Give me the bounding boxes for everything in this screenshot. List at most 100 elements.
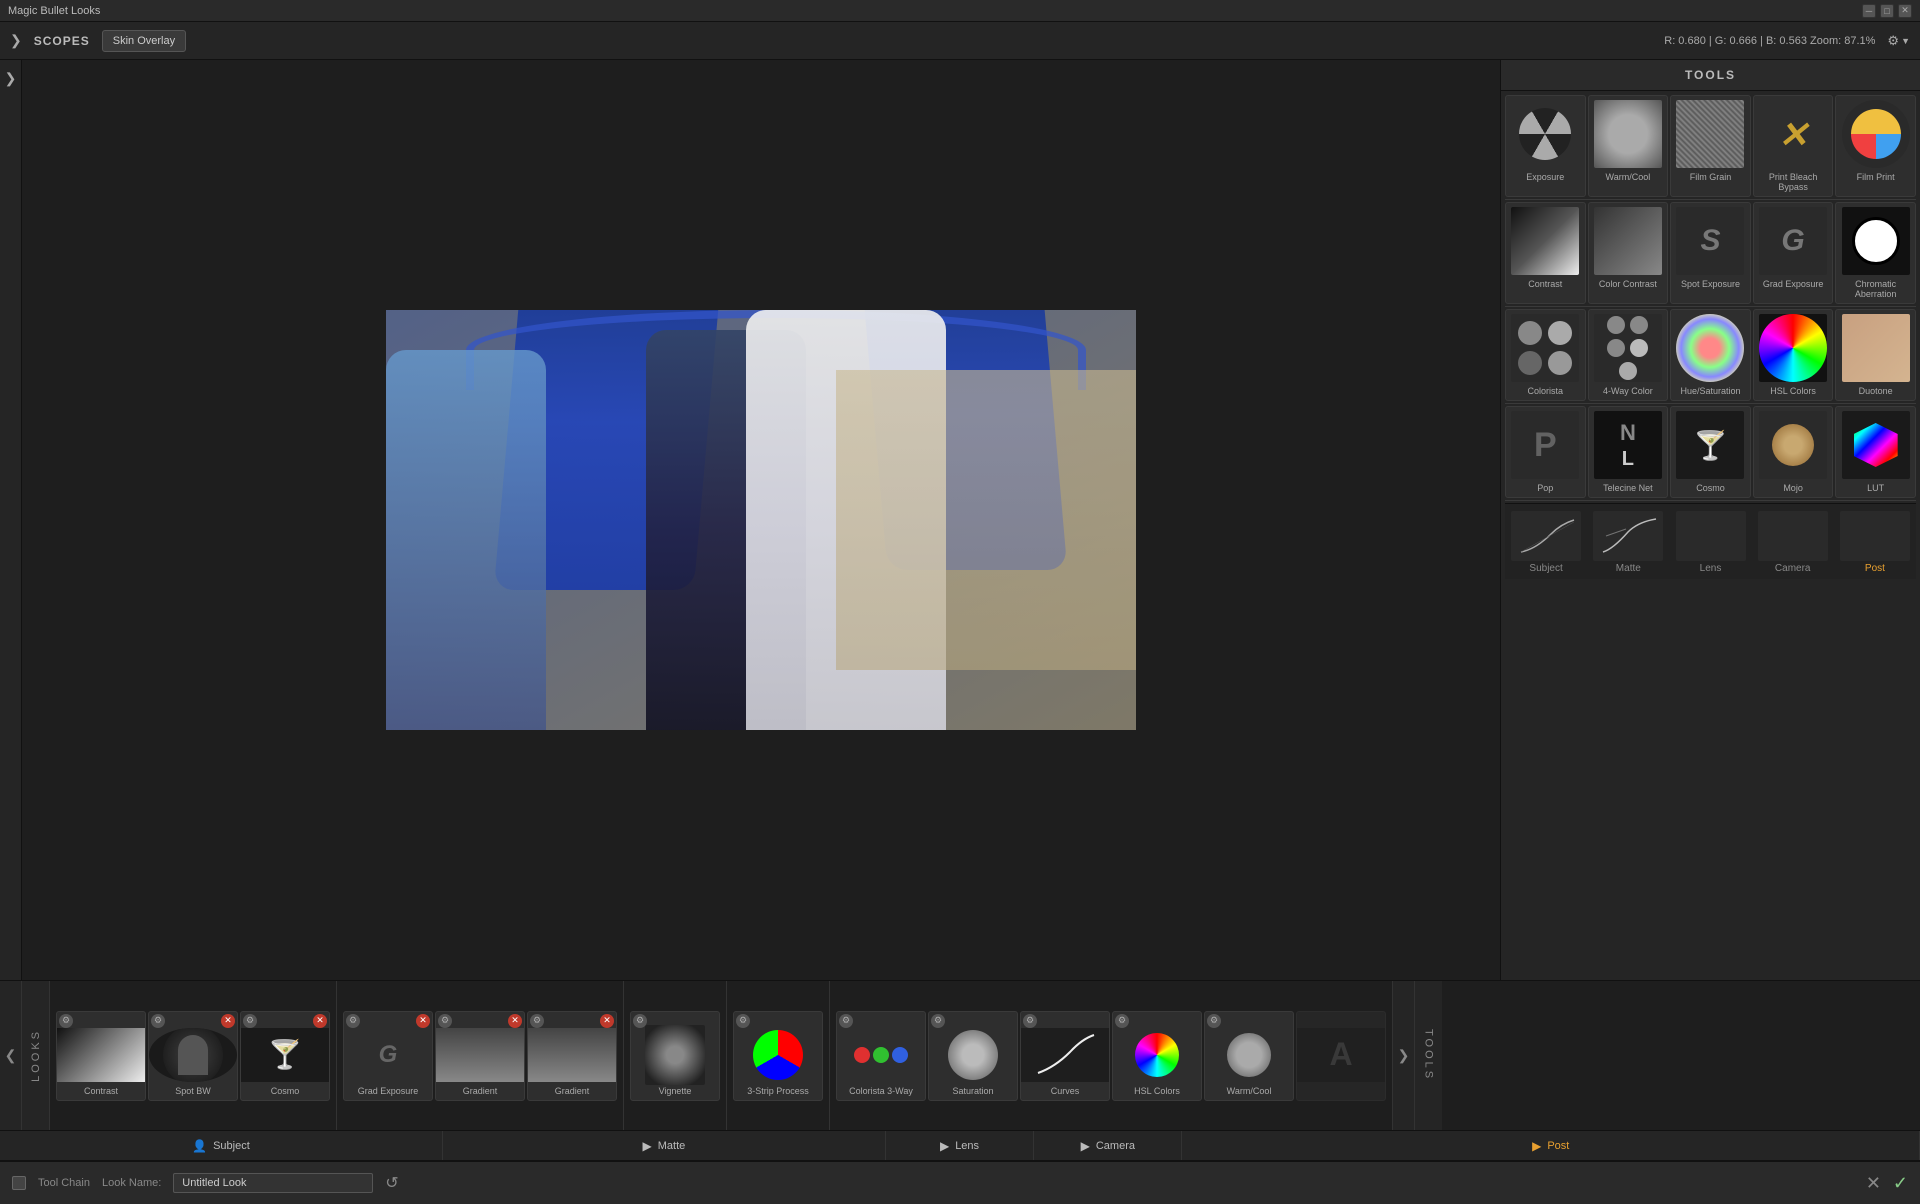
strip-3strip[interactable]: ⚙ 3-Strip Process <box>733 1011 823 1101</box>
grad-settings-dot[interactable]: ⚙ <box>346 1014 360 1028</box>
spot-settings-dot[interactable]: ⚙ <box>151 1014 165 1028</box>
nav-arrow[interactable]: ❯ <box>10 32 22 49</box>
tool-fourway[interactable]: 4-Way Color <box>1588 309 1669 401</box>
tool-colorista[interactable]: Colorista <box>1505 309 1586 401</box>
colorista3-settings-dot[interactable]: ⚙ <box>839 1014 853 1028</box>
gradient1-settings-dot[interactable]: ⚙ <box>438 1014 452 1028</box>
huesat-thumb <box>1676 314 1744 382</box>
settings-btn[interactable]: ⚙ ▼ <box>1887 33 1910 49</box>
tool-printbleach[interactable]: ✕ Print Bleach Bypass <box>1753 95 1834 197</box>
tseg-lens[interactable]: Lens <box>1669 504 1751 579</box>
scroll-left-arrow[interactable]: ❮ <box>0 981 22 1130</box>
threestrip-strip-thumb <box>734 1028 822 1082</box>
contrast-strip-label: Contrast <box>84 1086 118 1096</box>
strip-contrast[interactable]: ⚙ Contrast <box>56 1011 146 1101</box>
curves-settings-dot[interactable]: ⚙ <box>1023 1014 1037 1028</box>
strip-curves[interactable]: ⚙ Curves <box>1020 1011 1110 1101</box>
tseg-post-label: Post <box>1865 563 1885 574</box>
gradient2-settings-dot[interactable]: ⚙ <box>530 1014 544 1028</box>
gradient2-strip-label: Gradient <box>555 1086 590 1096</box>
ok-btn[interactable]: ✓ <box>1893 1173 1908 1194</box>
hslcolors-strip-thumb <box>1113 1028 1201 1082</box>
close-btn[interactable]: ✕ <box>1898 4 1912 18</box>
tool-pop[interactable]: P Pop <box>1505 406 1586 498</box>
telecinenet-icon2: L <box>1622 448 1634 471</box>
tool-chromatic[interactable]: Chromatic Aberration <box>1835 202 1916 304</box>
cancel-btn[interactable]: ✕ <box>1866 1173 1881 1194</box>
look-name-label: Look Name: <box>102 1177 161 1189</box>
strip-hslcolors[interactable]: ⚙ HSL Colors <box>1112 1011 1202 1101</box>
curves-strip-svg <box>1030 1027 1100 1082</box>
tseg-post[interactable]: Post <box>1834 504 1916 579</box>
fwd-5 <box>1619 362 1637 380</box>
tool-hslcolors[interactable]: HSL Colors <box>1753 309 1834 401</box>
strip-vignette[interactable]: ⚙ Vignette <box>630 1011 720 1101</box>
tool-gradexposure[interactable]: G Grad Exposure <box>1753 202 1834 304</box>
looks-label: LOOKS <box>30 1029 42 1082</box>
look-name-input[interactable] <box>173 1173 373 1193</box>
left-nav-arrow[interactable]: ❯ <box>5 70 17 87</box>
tool-lut[interactable]: LUT <box>1835 406 1916 498</box>
tool-spotexposure[interactable]: S Spot Exposure <box>1670 202 1751 304</box>
tool-cosmo[interactable]: 🍸 Cosmo <box>1670 406 1751 498</box>
tseg-matte[interactable]: Matte <box>1587 504 1669 579</box>
mojo-thumb <box>1759 411 1827 479</box>
telecinenet-icon: N <box>1620 420 1636 446</box>
cosmo-thumb: 🍸 <box>1676 411 1744 479</box>
matte-bottom-label: ▶ Matte <box>443 1131 886 1160</box>
cosmo-close-btn[interactable]: ✕ <box>313 1014 327 1028</box>
gradient1-close-btn[interactable]: ✕ <box>508 1014 522 1028</box>
scroll-right-arrow[interactable]: ❯ <box>1392 981 1414 1130</box>
fwd-4 <box>1630 339 1648 357</box>
strip-gradient1[interactable]: ✕ ⚙ Gradient <box>435 1011 525 1101</box>
saturation-settings-dot[interactable]: ⚙ <box>931 1014 945 1028</box>
huesat-label: Hue/Saturation <box>1680 386 1740 396</box>
dot-bl <box>1518 351 1542 375</box>
post-label-text: Post <box>1547 1140 1569 1152</box>
tool-huesat[interactable]: Hue/Saturation <box>1670 309 1751 401</box>
warmcool-strip-settings-dot[interactable]: ⚙ <box>1207 1014 1221 1028</box>
tool-colorcontrast[interactable]: Color Contrast <box>1588 202 1669 304</box>
tool-filmprint[interactable]: Film Print <box>1835 95 1916 197</box>
toolchain-label: Tool Chain <box>38 1177 90 1189</box>
minimize-btn[interactable]: ─ <box>1862 4 1876 18</box>
tool-warmcool[interactable]: Warm/Cool <box>1588 95 1669 197</box>
warmcool-strip-label: Warm/Cool <box>1227 1086 1272 1096</box>
strip-grad[interactable]: ✕ ⚙ G Grad Exposure <box>343 1011 433 1101</box>
tseg-subject[interactable]: Subject <box>1505 504 1587 579</box>
tool-contrast[interactable]: Contrast <box>1505 202 1586 304</box>
hslcolors-settings-dot[interactable]: ⚙ <box>1115 1014 1129 1028</box>
strip-spot[interactable]: ✕ ⚙ Spot BW <box>148 1011 238 1101</box>
strip-saturation[interactable]: ⚙ Saturation <box>928 1011 1018 1101</box>
camera-label-text: Camera <box>1096 1140 1135 1152</box>
grad-close-btn[interactable]: ✕ <box>416 1014 430 1028</box>
spot-close-btn[interactable]: ✕ <box>221 1014 235 1028</box>
maximize-btn[interactable]: □ <box>1880 4 1894 18</box>
strip-warmcool[interactable]: ⚙ Warm/Cool <box>1204 1011 1294 1101</box>
reset-btn[interactable]: ↺ <box>385 1173 398 1193</box>
settings-icon: ⚙ <box>1887 33 1899 49</box>
strip-cosmo[interactable]: ✕ ⚙ 🍸 Cosmo <box>240 1011 330 1101</box>
app-title: Magic Bullet Looks <box>8 5 100 17</box>
tool-mojo[interactable]: Mojo <box>1753 406 1834 498</box>
skin-overlay-btn[interactable]: Skin Overlay <box>102 30 186 52</box>
tool-exposure[interactable]: Exposure <box>1505 95 1586 197</box>
strip-gradient2[interactable]: ✕ ⚙ Gradient <box>527 1011 617 1101</box>
contrast-settings-dot[interactable]: ⚙ <box>59 1014 73 1028</box>
telecinenet-label: Telecine Net <box>1603 483 1653 493</box>
strip-colorista3[interactable]: ⚙ Colorista 3-Way <box>836 1011 926 1101</box>
threestrip-settings-dot[interactable]: ⚙ <box>736 1014 750 1028</box>
toolchain-checkbox[interactable] <box>12 1176 26 1190</box>
post-icon: ▶ <box>1532 1139 1541 1153</box>
gradient2-close-btn[interactable]: ✕ <box>600 1014 614 1028</box>
tools-grid: Exposure Warm/Cool Film Grain <box>1501 91 1920 980</box>
tool-telecinenet[interactable]: N L Telecine Net <box>1588 406 1669 498</box>
tool-duotone[interactable]: Duotone <box>1835 309 1916 401</box>
spotexposure-label: Spot Exposure <box>1681 279 1740 289</box>
cosmo-strip-icon: 🍸 <box>268 1038 303 1071</box>
strip-extra[interactable]: A <box>1296 1011 1386 1101</box>
tool-filmgrain[interactable]: Film Grain <box>1670 95 1751 197</box>
tseg-camera[interactable]: Camera <box>1752 504 1834 579</box>
cosmo-settings-dot[interactable]: ⚙ <box>243 1014 257 1028</box>
lens-bottom-label: ▶ Lens <box>886 1131 1034 1160</box>
